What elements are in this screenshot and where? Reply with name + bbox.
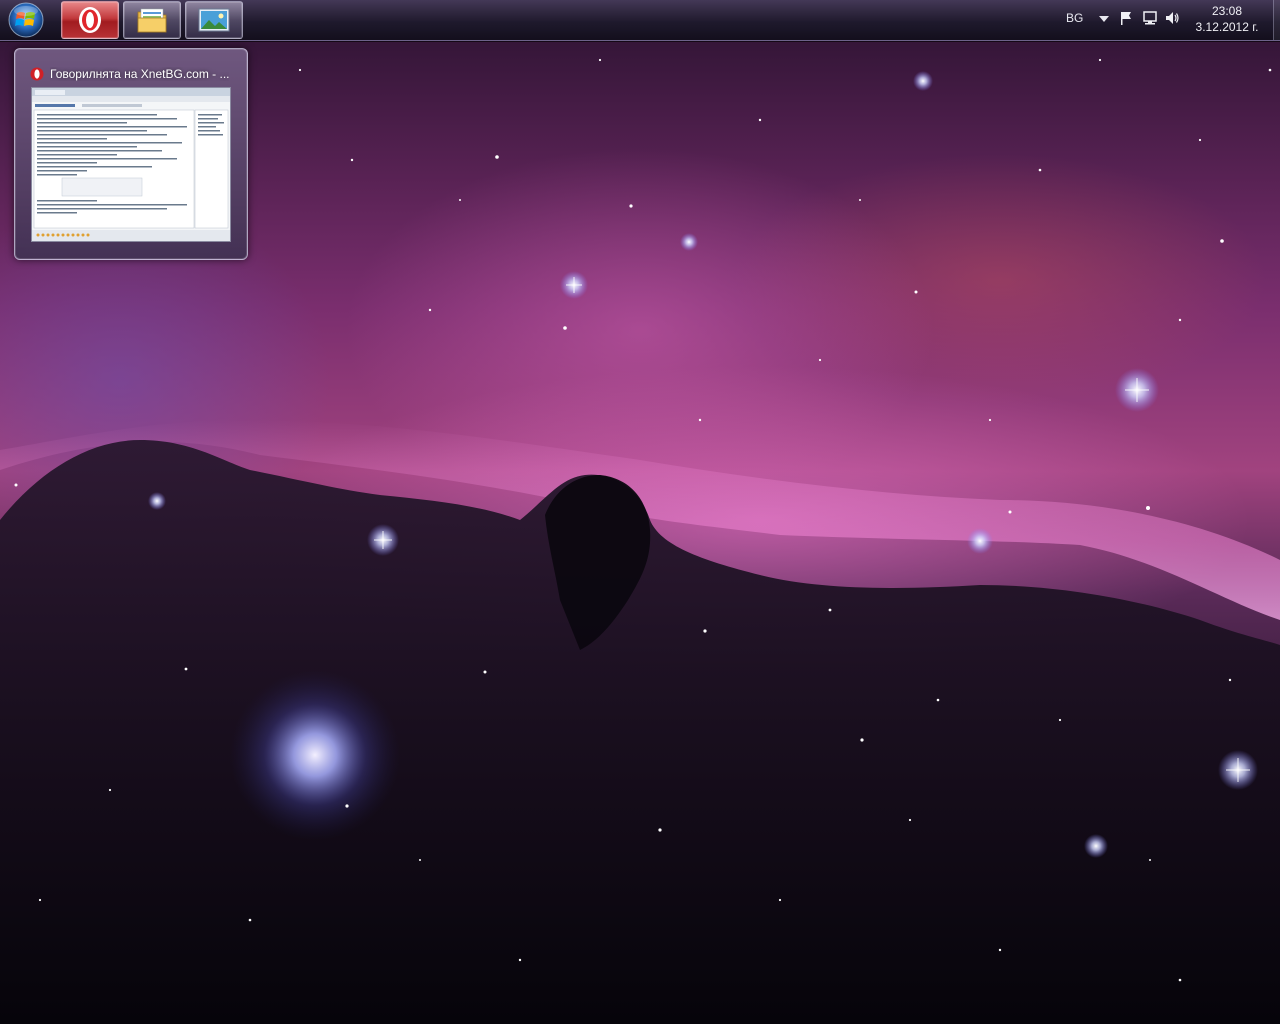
opera-icon [30, 67, 44, 81]
clock[interactable]: 23:08 3.12.2012 г. [1178, 3, 1276, 35]
picture-icon [198, 8, 230, 32]
taskbar: BG 23:08 3.12.2012 г. [0, 0, 1280, 41]
clock-date: 3.12.2012 г. [1195, 20, 1259, 34]
taskbar-photo-viewer-button[interactable] [185, 1, 243, 39]
opera-icon [79, 7, 101, 33]
desktop[interactable]: Говорилнята на XnetBG.com - ... [0, 0, 1280, 1024]
taskbar-thumbnail-preview[interactable]: Говорилнята на XnetBG.com - ... [14, 48, 248, 260]
thumbnail-title-row: Говорилнята на XnetBG.com - ... [30, 65, 237, 83]
clock-time: 23:08 [1211, 4, 1243, 18]
taskbar-explorer-button[interactable] [123, 1, 181, 39]
show-desktop-button[interactable] [1273, 0, 1280, 40]
action-center-flag-icon[interactable] [1118, 10, 1134, 26]
windows-logo-icon [8, 2, 44, 38]
network-icon[interactable] [1142, 10, 1158, 26]
thumbnail-title: Говорилнята на XnetBG.com - ... [50, 67, 230, 81]
start-button[interactable] [6, 1, 46, 39]
folder-icon [137, 8, 167, 33]
system-tray: BG 23:08 3.12.2012 г. [1060, 0, 1280, 40]
thumbnail-window-snapshot[interactable] [31, 87, 231, 242]
language-indicator[interactable]: BG [1066, 11, 1083, 25]
chevron-down-icon[interactable] [1097, 12, 1111, 26]
taskbar-opera-button[interactable] [61, 1, 119, 39]
